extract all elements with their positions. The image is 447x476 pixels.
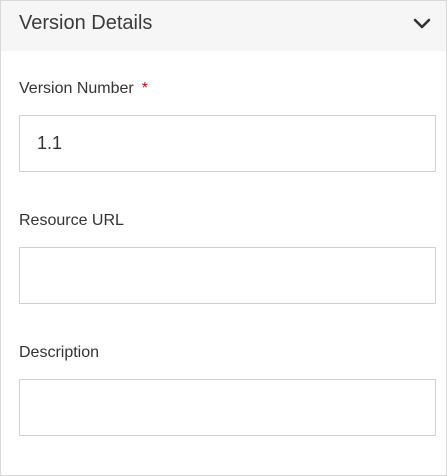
version-number-input[interactable] (19, 115, 436, 172)
resource-url-input[interactable] (19, 247, 436, 304)
resource-url-label: Resource URL (19, 212, 124, 229)
required-indicator: * (141, 80, 148, 97)
chevron-down-icon[interactable] (412, 14, 432, 34)
version-details-panel: Version Details Version Number * Resource… (0, 0, 447, 476)
description-input[interactable] (19, 379, 436, 436)
panel-title: Version Details (19, 11, 153, 34)
version-number-label-text: Version Number (19, 80, 134, 97)
version-number-label: Version Number * (19, 80, 148, 98)
panel-header[interactable]: Version Details (1, 1, 446, 51)
description-label: Description (19, 344, 100, 361)
